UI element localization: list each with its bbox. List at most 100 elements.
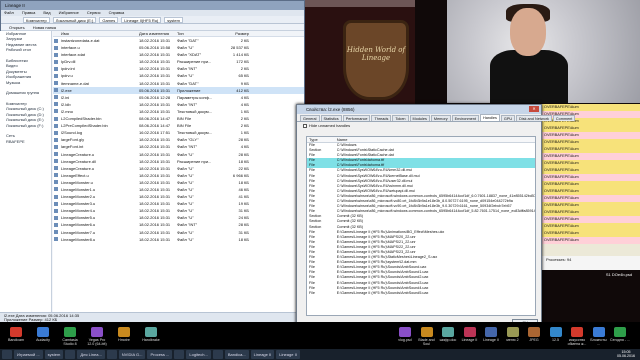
file-row[interactable]: l2.exe 05.06.2016 15:31 Приложение 412 КБ xyxy=(53,86,304,94)
taskbar-button[interactable] xyxy=(212,350,223,359)
column-type[interactable]: Тип xyxy=(177,31,219,36)
file-row[interactable]: LineageMonster4.u 18.02.2016 15:31 Файл "U… xyxy=(53,207,304,214)
file-row[interactable]: LineageMonster1.u 18.02.2016 15:31 Файл "U… xyxy=(53,186,304,193)
desktop-shortcut[interactable]: Lineage II xyxy=(460,327,480,342)
taskbar-button[interactable] xyxy=(174,350,185,359)
taskbar-button[interactable]: Bandica... xyxy=(224,350,249,359)
file-row[interactable]: l2.mno 18.02.2016 15:31 Текстовый докум...… xyxy=(53,108,304,115)
desktop-shortcut[interactable]: меню 2 xyxy=(503,327,523,342)
file-row[interactable]: LineageMonster2.u 18.02.2016 15:31 Файл "U… xyxy=(53,193,304,200)
address-bar[interactable]: Компьютер Локальный диск (E:) Games Lineage… xyxy=(1,16,304,24)
menu-item[interactable]: Правка xyxy=(22,10,36,15)
taskbar-button[interactable]: Играемой ... xyxy=(14,350,43,359)
taskbar-button[interactable] xyxy=(65,350,76,359)
file-row[interactable]: ipdrv.u 18.02.2016 15:31 Файл "U" 65 КБ xyxy=(53,72,304,79)
desktop-shortcut[interactable]: vlog.psd xyxy=(395,327,415,342)
breadcrumb-item[interactable]: Games xyxy=(99,16,119,23)
hide-unnamed-checkbox[interactable]: Hide unnamed handles xyxy=(297,122,541,130)
file-row[interactable]: interface.u 05.06.2016 15:58 Файл "U" 28 53… xyxy=(53,44,304,51)
file-row[interactable]: instantzonedata-e.dat 18.02.2016 15:31 Фай… xyxy=(53,37,304,44)
breadcrumb-item[interactable]: Lineage II(HF5 Ru) xyxy=(121,16,162,23)
taskbar-button[interactable]: Process ... xyxy=(147,350,173,359)
open-button[interactable]: Открыть xyxy=(9,25,25,30)
file-row[interactable]: LineageEffect.u 18.02.2016 15:31 Файл "U" 6… xyxy=(53,172,304,179)
file-row[interactable]: LineageMonster6.u 18.02.2016 15:31 Файл "I… xyxy=(53,221,304,228)
taskbar-button[interactable] xyxy=(106,350,117,359)
file-row[interactable]: ipdrv.int 18.02.2016 15:31 Файл "INT" 2 КБ xyxy=(53,65,304,72)
tab-threads[interactable]: Threads xyxy=(371,115,392,121)
desktop-shortcut[interactable]: Blade and Soul xyxy=(417,327,437,346)
file-row[interactable]: itemname-e.dat 18.02.2016 15:31 Файл "DAT"… xyxy=(53,80,304,87)
breadcrumb-item[interactable]: Локальный диск (E:) xyxy=(52,16,97,23)
file-row[interactable]: LineageMonster3.u 18.02.2016 15:31 Файл "U… xyxy=(53,200,304,207)
file-row[interactable]: LineageCreature.u 18.02.2016 15:31 Файл "U… xyxy=(53,165,304,172)
taskbar-button[interactable] xyxy=(2,350,12,359)
new-folder-button[interactable]: Новая папка xyxy=(33,25,56,30)
file-row[interactable]: LineageMonster5.u 18.02.2016 15:31 Файл "U… xyxy=(53,214,304,221)
column-name[interactable]: Имя xyxy=(53,31,139,36)
desktop-shortcut[interactable]: Сегодня - ... xyxy=(610,327,630,342)
tab-comment[interactable]: Comment xyxy=(552,115,576,121)
column-handle-name[interactable]: Name xyxy=(337,137,535,142)
desktop-file-psd[interactable]: S1 DOe4b.psd xyxy=(604,272,634,277)
desktop-shortcut[interactable]: Handbrake xyxy=(139,327,163,342)
menu-item[interactable]: Избранное xyxy=(59,10,79,15)
tab-statistics[interactable]: Statistics xyxy=(320,115,342,121)
desktop-shortcut[interactable]: Блокноты ... xyxy=(589,327,609,346)
file-row[interactable]: L2CompiledShader.bin 08.06.2016 14:47 BIN … xyxy=(53,115,304,122)
desktop-shortcut[interactable]: Bandicam xyxy=(4,327,28,342)
desktop-shortcut[interactable]: JPEG xyxy=(524,327,544,342)
file-row[interactable]: LineageMonster.u 18.02.2016 15:31 Файл "U"… xyxy=(53,179,304,186)
breadcrumb-item[interactable]: system xyxy=(164,16,183,23)
desktop-shortcut[interactable]: Lineage II xyxy=(481,327,501,342)
column-type[interactable]: Type xyxy=(307,137,337,142)
taskbar-button[interactable]: NVIDIA G... xyxy=(118,350,146,359)
file-row[interactable]: L2PreCompiledShader.bin 08.06.2016 14:47 B… xyxy=(53,122,304,129)
menu-item[interactable]: Справка xyxy=(109,10,125,15)
desktop-shortcut[interactable]: Camtasia Studio 8 xyxy=(58,327,82,346)
close-icon[interactable]: ✕ xyxy=(529,106,539,112)
taskbar-button[interactable]: Для Linea... xyxy=(77,350,105,359)
tab-gpu[interactable]: GPU xyxy=(500,115,516,121)
desktop-shortcut[interactable]: Audacity xyxy=(31,327,55,342)
file-row[interactable]: largeFont.gly 18.02.2016 15:31 Файл "GLY" 2… xyxy=(53,136,304,143)
checkbox-icon[interactable] xyxy=(303,123,307,128)
tab-handles[interactable]: Handles xyxy=(479,114,500,121)
column-size[interactable]: Размер xyxy=(219,31,249,36)
tab-performance[interactable]: Performance xyxy=(342,115,371,121)
desktop-shortcut[interactable]: 12.5 xyxy=(546,327,566,342)
taskbar-button[interactable]: Logitech... xyxy=(186,350,211,359)
nav-item[interactable]: RBAFEPE xyxy=(0,139,51,144)
handle-row[interactable]: File E:\Games\Lineage II (HF5 Ru)\Sounds\… xyxy=(307,291,535,296)
file-row[interactable]: interface.xdat 18.02.2016 15:31 Файл "XDAT… xyxy=(53,51,304,58)
menu-item[interactable]: Вид xyxy=(43,10,50,15)
file-row[interactable]: LineageMonster8.u 18.02.2016 15:31 Файл "U… xyxy=(53,236,304,243)
file-row[interactable]: l2.ldb 18.02.2016 15:31 Файл "INT" 4 КБ xyxy=(53,101,304,108)
desktop-shortcut[interactable]: Vegas Pro 12.0 (64-bit) xyxy=(85,327,109,346)
menu-item[interactable]: Сервис xyxy=(87,10,101,15)
desktop-shortcut[interactable]: искусство обмена ж... xyxy=(567,327,587,346)
tab-memory[interactable]: Memory xyxy=(430,115,451,121)
desktop-shortcut[interactable]: шифр.doc xyxy=(438,327,458,342)
nav-item[interactable]: Локальный диск (F:) xyxy=(0,123,51,128)
tab-general[interactable]: General xyxy=(300,115,320,121)
taskbar-button[interactable]: Lineage II xyxy=(276,350,300,359)
taskbar-button[interactable]: system xyxy=(44,350,64,359)
breadcrumb-item[interactable]: Компьютер xyxy=(23,16,50,23)
file-row[interactable]: l2Sound.log 16.02.2016 17:51 Текстовый док… xyxy=(53,129,304,136)
system-clock[interactable]: 15:05 05.06.2016 xyxy=(612,350,640,358)
menu-item[interactable]: Файл xyxy=(4,10,14,15)
tab-disk-and-network[interactable]: Disk and Network xyxy=(516,115,552,121)
column-date[interactable]: Дата изменения xyxy=(139,31,177,36)
file-row[interactable]: largeFont.int 18.02.2016 15:31 Файл "INT" 4… xyxy=(53,143,304,150)
tab-environment[interactable]: Environment xyxy=(451,115,479,121)
tab-modules[interactable]: Modules xyxy=(409,115,430,121)
file-row[interactable]: l2.ini 05.06.2016 12:28 Параметры конф... 4… xyxy=(53,94,304,101)
file-row[interactable]: LineageCreature.u 18.02.2016 15:31 Файл "U… xyxy=(53,151,304,158)
desktop-shortcut[interactable]: Hmotre xyxy=(112,327,136,342)
tab-token[interactable]: Token xyxy=(392,115,409,121)
nav-item[interactable]: Локальный диск (E:) xyxy=(0,117,51,122)
taskbar-button[interactable]: Lineage II xyxy=(250,350,275,359)
file-row[interactable]: IpDrv.dll 18.02.2016 15:31 Расширение при.… xyxy=(53,58,304,65)
file-row[interactable]: LineageCreature.dll 18.02.2016 15:31 Расши… xyxy=(53,158,304,165)
